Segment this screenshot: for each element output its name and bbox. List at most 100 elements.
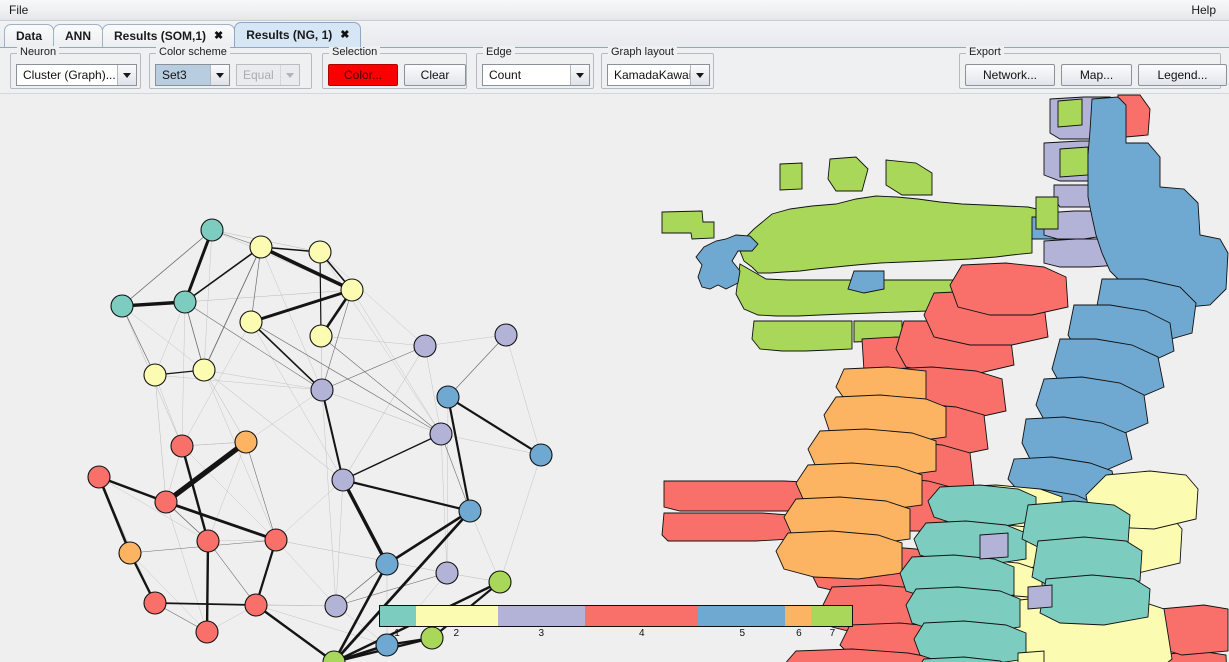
graph-edge[interactable]	[207, 540, 257, 606]
graph-edge[interactable]	[250, 321, 442, 435]
graph-edge[interactable]	[181, 301, 186, 447]
chicago-map[interactable]	[640, 94, 1229, 662]
graph-edge[interactable]	[165, 500, 277, 542]
graph-edge[interactable]	[154, 301, 186, 376]
graph-edge[interactable]	[275, 479, 344, 541]
graph-node[interactable]	[249, 235, 273, 259]
graph-edge[interactable]	[129, 552, 208, 633]
graph-edge[interactable]	[250, 288, 353, 324]
graph-node[interactable]	[143, 591, 167, 615]
graph-node[interactable]	[239, 310, 263, 334]
graph-node[interactable]	[195, 620, 219, 644]
selection-color-button[interactable]: Color...	[328, 64, 398, 86]
graph-node[interactable]	[310, 378, 334, 402]
graph-edge[interactable]	[97, 476, 132, 554]
export-network-button[interactable]: Network...	[965, 64, 1055, 86]
color-scheme-select[interactable]: Set3	[155, 64, 230, 86]
graph-node[interactable]	[309, 324, 333, 348]
graph-edge[interactable]	[250, 321, 344, 481]
graph-node[interactable]	[331, 468, 355, 492]
graph-node[interactable]	[435, 561, 459, 585]
graph-edge[interactable]	[154, 602, 257, 606]
graph-node[interactable]	[308, 240, 332, 264]
graph-node[interactable]	[458, 499, 482, 523]
graph-node[interactable]	[413, 334, 437, 358]
graph-edge[interactable]	[342, 478, 471, 513]
graph-edge[interactable]	[446, 396, 449, 574]
visualization-canvas[interactable]: 1 2 3 4 5 6 7	[0, 94, 1229, 662]
graph-edge[interactable]	[321, 389, 344, 481]
graph-edge[interactable]	[184, 289, 353, 303]
graph-node[interactable]	[143, 363, 167, 387]
graph-edge[interactable]	[181, 321, 252, 447]
graph-node[interactable]	[436, 385, 460, 409]
graph-layout-select[interactable]: KamadaKawai	[607, 64, 710, 86]
tab-results-ng-1[interactable]: Results (NG, 1) ✖	[234, 22, 362, 47]
tab-close-icon[interactable]: ✖	[214, 30, 223, 42]
graph-edge[interactable]	[447, 334, 507, 398]
graph-edge[interactable]	[319, 251, 322, 337]
graph-edge[interactable]	[255, 604, 335, 662]
tab-close-icon[interactable]: ✖	[340, 29, 349, 41]
graph-edge[interactable]	[203, 369, 277, 541]
cluster-network-graph[interactable]	[0, 94, 620, 662]
export-legend-button[interactable]: Legend...	[1138, 64, 1227, 86]
graph-node[interactable]	[110, 294, 134, 318]
graph-edge[interactable]	[98, 476, 209, 542]
graph-edge[interactable]	[321, 389, 442, 435]
tab-results-som-1[interactable]: Results (SOM,1) ✖	[102, 24, 236, 47]
graph-node[interactable]	[529, 443, 553, 467]
graph-edge[interactable]	[341, 479, 389, 565]
graph-node[interactable]	[324, 594, 348, 618]
neuron-select[interactable]: Cluster (Graph)...	[16, 64, 137, 86]
chevron-down-icon[interactable]	[570, 65, 589, 85]
graph-edge[interactable]	[351, 289, 442, 435]
graph-node[interactable]	[264, 528, 288, 552]
graph-node[interactable]	[170, 434, 194, 458]
selection-clear-button[interactable]: Clear	[404, 64, 466, 86]
graph-node[interactable]	[196, 529, 220, 553]
graph-node[interactable]	[375, 552, 399, 576]
graph-edge[interactable]	[335, 572, 448, 607]
graph-edge[interactable]	[121, 305, 205, 371]
chevron-down-icon[interactable]	[690, 65, 709, 85]
menu-help[interactable]: Help	[1182, 0, 1225, 20]
graph-node[interactable]	[340, 278, 364, 302]
graph-node[interactable]	[234, 430, 258, 454]
graph-edge[interactable]	[205, 540, 210, 633]
graph-node[interactable]	[494, 323, 518, 347]
graph-node[interactable]	[200, 218, 224, 242]
group-controls: KamadaKawai	[607, 64, 710, 86]
graph-node[interactable]	[173, 290, 197, 314]
export-map-button[interactable]: Map...	[1061, 64, 1132, 86]
graph-node[interactable]	[118, 541, 142, 565]
graph-edge[interactable]	[499, 454, 542, 583]
graph-edge[interactable]	[447, 396, 542, 456]
graph-edge[interactable]	[245, 389, 323, 443]
graph-edge[interactable]	[154, 374, 167, 503]
graph-edge[interactable]	[180, 445, 210, 542]
graph-edge[interactable]	[319, 251, 426, 347]
chevron-down-icon[interactable]	[210, 65, 229, 85]
graph-edge[interactable]	[245, 441, 277, 541]
tab-data[interactable]: Data	[4, 24, 55, 47]
graph-edge[interactable]	[446, 396, 472, 512]
graph-edge[interactable]	[424, 334, 507, 347]
graph-edge[interactable]	[469, 510, 501, 583]
graph-node[interactable]	[87, 465, 111, 489]
graph-edge[interactable]	[440, 433, 471, 512]
graph-node[interactable]	[244, 593, 268, 617]
graph-node[interactable]	[192, 358, 216, 382]
graph-edge[interactable]	[335, 479, 344, 607]
graph-edge[interactable]	[203, 369, 247, 443]
edge-select[interactable]: Count	[482, 64, 590, 86]
graph-edge[interactable]	[342, 433, 442, 481]
graph-edge[interactable]	[260, 246, 323, 391]
chevron-down-icon[interactable]	[117, 65, 136, 85]
graph-node[interactable]	[488, 570, 512, 594]
graph-edge[interactable]	[154, 374, 323, 391]
tab-ann[interactable]: ANN	[53, 24, 104, 47]
graph-node[interactable]	[429, 422, 453, 446]
menu-file[interactable]: File	[0, 0, 37, 20]
graph-node[interactable]	[154, 490, 178, 514]
